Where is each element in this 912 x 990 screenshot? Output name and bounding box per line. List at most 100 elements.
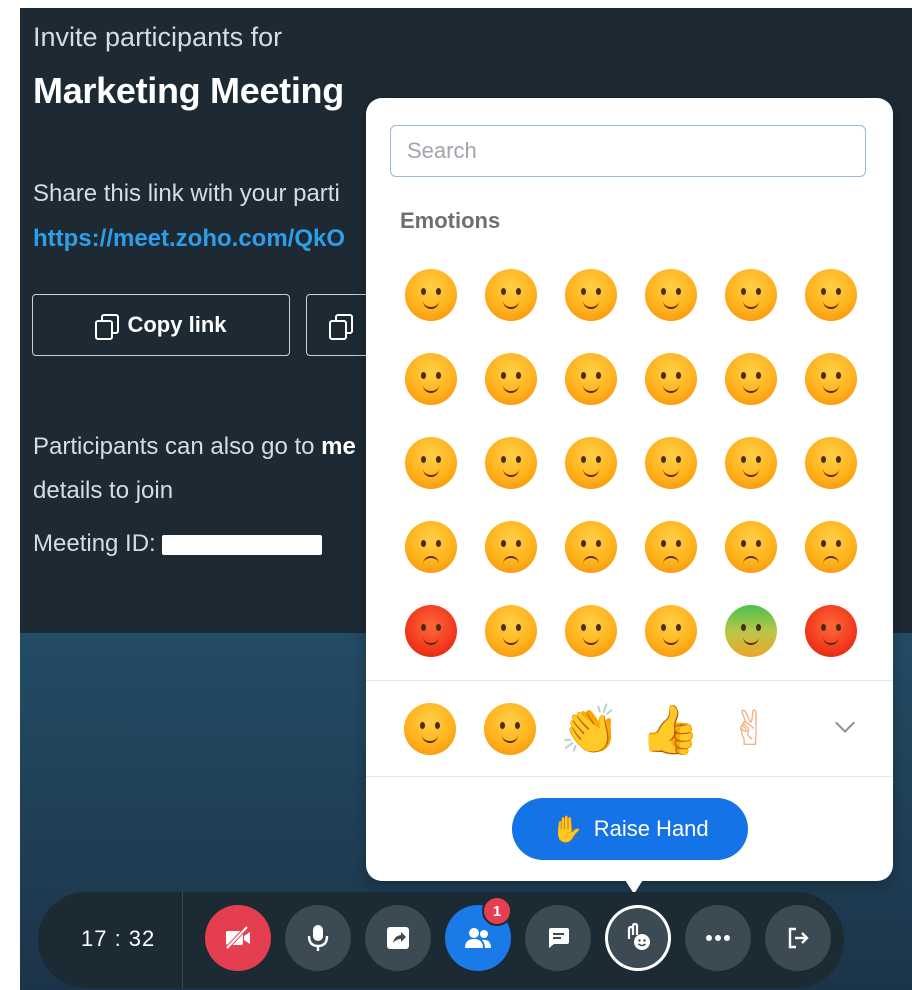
leave-icon [788, 927, 809, 949]
meeting-id: Meeting ID: [33, 530, 322, 558]
more-options-button[interactable] [685, 905, 751, 971]
share-screen-icon [387, 927, 409, 949]
emoji-button[interactable] [470, 508, 552, 586]
share-screen-button[interactable] [365, 905, 431, 971]
emoji-button[interactable] [630, 508, 712, 586]
reactions-popover: Emotions 👏 👍 ✌ ✋ Raise Hand [366, 98, 893, 881]
redacted-meeting-id [161, 534, 322, 555]
emoji-button[interactable] [790, 592, 872, 670]
devil-face-icon [805, 605, 857, 657]
grinning-face-icon [485, 269, 537, 321]
meeting-title: Marketing Meeting [33, 70, 344, 111]
quick-reaction-button[interactable]: 👍 [630, 694, 710, 764]
disappointed-face-icon [485, 521, 537, 573]
mad-face-icon [805, 521, 857, 573]
emoji-button[interactable] [790, 256, 872, 334]
scared-face-icon [485, 605, 537, 657]
magnifier-face-icon [645, 353, 697, 405]
emoji-button[interactable] [630, 340, 712, 418]
big-grin-icon [645, 269, 697, 321]
peace-wink-icon [565, 437, 617, 489]
cheeky-face-icon [805, 353, 857, 405]
emoji-button[interactable] [390, 592, 472, 670]
emoji-button[interactable] [470, 340, 552, 418]
idea-face-icon [725, 353, 777, 405]
emoji-button[interactable] [390, 256, 472, 334]
popover-pointer [620, 872, 648, 894]
quick-reaction-button[interactable]: ✌ [710, 694, 790, 764]
content-face-icon [485, 437, 537, 489]
meeting-link[interactable]: https://meet.zoho.com/QkO [33, 225, 345, 253]
emotions-section-label: Emotions [400, 208, 501, 233]
tongue-wink-icon [405, 437, 457, 489]
reactions-icon [627, 923, 650, 950]
laughing-tears-icon [404, 703, 456, 755]
microphone-icon [307, 925, 329, 951]
emoji-button[interactable] [390, 508, 472, 586]
worried-face-icon [725, 521, 777, 573]
copy-icon [95, 314, 120, 340]
emoji-button[interactable] [630, 256, 712, 334]
emoji-button[interactable] [550, 340, 632, 418]
emotions-grid [390, 256, 870, 676]
emoji-button[interactable] [710, 592, 792, 670]
cool-sunglasses-icon [725, 269, 777, 321]
quick-reaction-button[interactable] [470, 694, 550, 764]
emoji-button[interactable] [550, 256, 632, 334]
emoji-button[interactable] [470, 424, 552, 502]
sick-face-icon [725, 605, 777, 657]
emoji-button[interactable] [790, 508, 872, 586]
emoji-button[interactable] [630, 424, 712, 502]
yummy-face-icon [725, 437, 777, 489]
smiling-face-icon [484, 703, 536, 755]
copy-icon [329, 314, 353, 340]
emoji-button[interactable] [790, 424, 872, 502]
meeting-toolbar: 17 : 32 1 [38, 892, 844, 988]
emoji-button[interactable] [470, 256, 552, 334]
more-icon [706, 935, 730, 941]
thumbs-up-icon: 👍 [640, 703, 700, 757]
video-off-icon [225, 925, 250, 950]
emoji-button[interactable] [710, 256, 792, 334]
participants-instructions: Participants can also go to me details to… [33, 433, 356, 504]
blushing-face-icon [645, 437, 697, 489]
emoji-button[interactable] [790, 340, 872, 418]
divider [366, 680, 893, 681]
emoji-button[interactable] [630, 592, 712, 670]
emoji-button[interactable] [710, 424, 792, 502]
emoji-button[interactable] [390, 340, 472, 418]
reactions-button[interactable] [605, 905, 671, 971]
angry-tongue-icon [805, 437, 857, 489]
sweat-face-icon [565, 521, 617, 573]
raised-hand-icon: ✋ [551, 813, 584, 844]
emoji-button[interactable] [470, 592, 552, 670]
emoji-button[interactable] [710, 340, 792, 418]
raise-hand-button[interactable]: ✋ Raise Hand [512, 798, 748, 860]
meeting-timer: 17 : 32 [81, 926, 156, 951]
copy-link-button[interactable]: Copy link [32, 294, 290, 356]
quick-reaction-button[interactable] [390, 694, 470, 764]
thinking-face-icon [565, 353, 617, 405]
quick-reactions-row: 👏 👍 ✌ [390, 694, 870, 764]
chat-button[interactable] [525, 905, 591, 971]
emoji-button[interactable] [550, 592, 632, 670]
quick-reaction-button[interactable]: 👏 [550, 694, 630, 764]
leave-meeting-button[interactable] [765, 905, 831, 971]
surprised-face-icon [485, 353, 537, 405]
divider [366, 776, 893, 777]
invite-heading: Invite participants for [33, 22, 283, 52]
emoji-button[interactable] [710, 508, 792, 586]
microphone-button[interactable] [285, 905, 351, 971]
participants-icon [465, 928, 491, 948]
sad-face-icon [405, 521, 457, 573]
video-toggle-button[interactable] [205, 905, 271, 971]
emoji-button[interactable] [390, 424, 472, 502]
emoji-button[interactable] [550, 424, 632, 502]
clapping-hands-icon: 👏 [560, 703, 620, 757]
chevron-down-icon[interactable] [835, 713, 855, 733]
emoji-search-input[interactable] [390, 125, 866, 177]
victory-hand-icon: ✌ [729, 703, 771, 756]
smiling-face-icon [405, 269, 457, 321]
copy-link-label: Copy link [127, 312, 227, 337]
emoji-button[interactable] [550, 508, 632, 586]
